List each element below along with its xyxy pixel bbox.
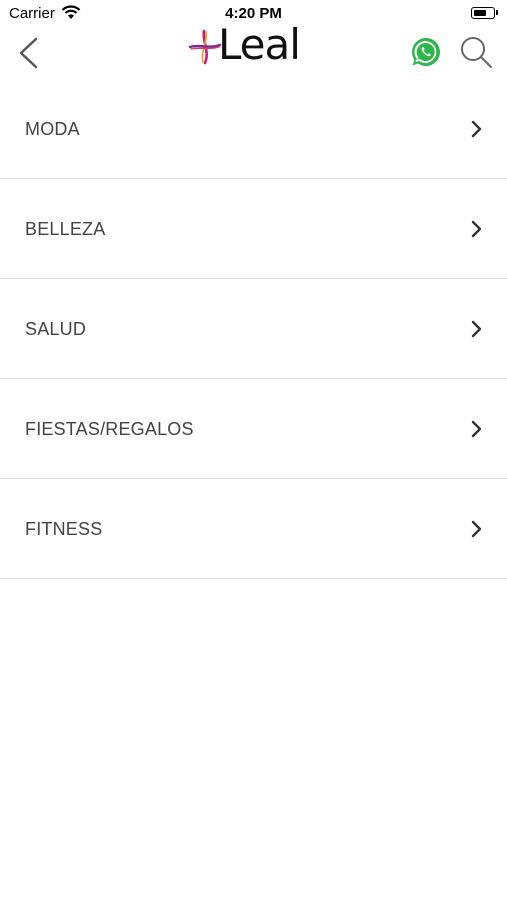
chevron-right-icon [471, 220, 482, 238]
chevron-right-icon [471, 120, 482, 138]
search-icon[interactable] [459, 35, 493, 69]
battery-icon [471, 7, 495, 19]
category-label: BELLEZA [25, 219, 106, 239]
chevron-right-icon [471, 320, 482, 338]
category-list: MODA BELLEZA SALUD FIESTAS/REGALOS FITNE… [0, 79, 507, 579]
category-item-belleza[interactable]: BELLEZA [0, 179, 507, 279]
back-icon[interactable] [14, 36, 44, 70]
category-label: SALUD [25, 319, 87, 339]
category-label: FITNESS [25, 519, 103, 539]
category-label: MODA [25, 119, 80, 139]
category-item-salud[interactable]: SALUD [0, 279, 507, 379]
brand-logo: Leal [188, 20, 318, 70]
category-label: FIESTAS/REGALOS [25, 419, 194, 439]
nav-bar: Leal [0, 20, 507, 78]
battery-tip [496, 10, 498, 15]
whatsapp-icon[interactable] [410, 36, 442, 68]
logo-text: Leal [218, 20, 301, 69]
category-item-moda[interactable]: MODA [0, 79, 507, 179]
category-item-fitness[interactable]: FITNESS [0, 479, 507, 579]
category-item-fiestas-regalos[interactable]: FIESTAS/REGALOS [0, 379, 507, 479]
chevron-right-icon [471, 520, 482, 538]
chevron-right-icon [471, 420, 482, 438]
logo-cross-icon [188, 29, 222, 65]
